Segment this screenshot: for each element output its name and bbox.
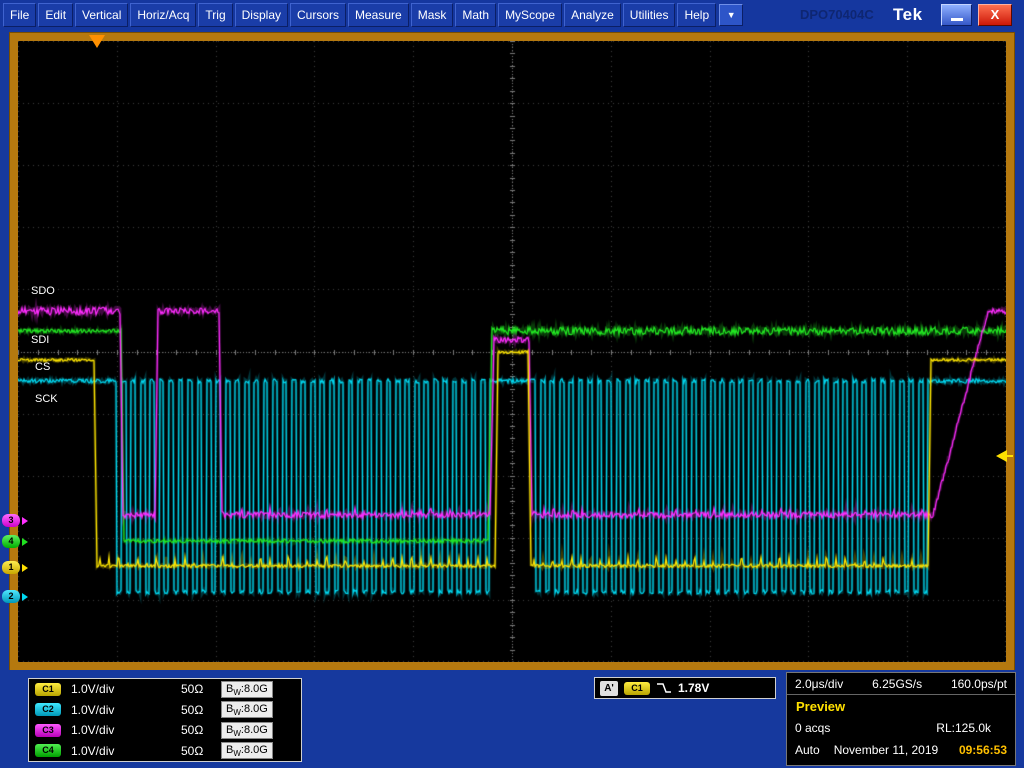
channel-1-badge[interactable]: C1 xyxy=(35,683,61,696)
time-display: 09:56:53 xyxy=(959,743,1007,757)
menu-item-math[interactable]: Math xyxy=(455,3,496,27)
channel-3-settings-row[interactable]: C3 1.0V/div 50Ω BW:8.0G xyxy=(29,720,301,741)
close-button[interactable]: X xyxy=(978,4,1012,26)
trigger-level-arrow[interactable] xyxy=(996,450,1007,462)
minimize-button[interactable] xyxy=(941,4,972,26)
channel-settings-box: C1 1.0V/div 50Ω BW:8.0G C2 1.0V/div 50Ω … xyxy=(28,678,302,762)
channel-1-scale: 1.0V/div xyxy=(71,682,181,696)
oscilloscope-screen: File Edit Vertical Horiz/Acq Trig Displa… xyxy=(0,0,1024,768)
sample-rate-value: 6.25GS/s xyxy=(872,677,922,691)
channel-4-scale: 1.0V/div xyxy=(71,744,181,758)
channel-3-reference-marker[interactable]: 3 xyxy=(2,514,20,527)
readout-bar: C1 1.0V/div 50Ω BW:8.0G C2 1.0V/div 50Ω … xyxy=(0,670,1024,768)
channel-3-bandwidth: BW:8.0G xyxy=(221,722,273,739)
channel-4-badge[interactable]: C4 xyxy=(35,744,61,757)
acqs-count: 0 acqs xyxy=(795,721,830,735)
trigger-position-marker[interactable] xyxy=(89,35,105,48)
resolution-value: 160.0ps/pt xyxy=(951,677,1007,691)
channel-2-scale: 1.0V/div xyxy=(71,703,181,717)
timebase-value: 2.0μs/div xyxy=(795,677,843,691)
channel-4-impedance: 50Ω xyxy=(181,744,221,758)
channel-4-settings-row[interactable]: C4 1.0V/div 50Ω BW:8.0G xyxy=(29,741,301,762)
menu-item-mask[interactable]: Mask xyxy=(411,3,454,27)
channel-1-bandwidth: BW:8.0G xyxy=(221,681,273,698)
falling-edge-icon xyxy=(656,681,672,695)
trace-label-sdi: SDI xyxy=(31,334,49,346)
channel-1-settings-row[interactable]: C1 1.0V/div 50Ω BW:8.0G xyxy=(29,679,301,700)
channel-3-scale: 1.0V/div xyxy=(71,723,181,737)
trace-label-cs: CS xyxy=(35,361,50,373)
channel-3-badge[interactable]: C3 xyxy=(35,724,61,737)
minimize-icon xyxy=(951,18,963,21)
date-display: November 11, 2019 xyxy=(834,743,939,757)
channel-1-impedance: 50Ω xyxy=(181,682,221,696)
trigger-readout-box[interactable]: A' C1 1.78V xyxy=(594,677,776,699)
waveform-display[interactable] xyxy=(18,41,1006,662)
menu-item-myscope[interactable]: MyScope xyxy=(498,3,562,27)
preview-status: Preview xyxy=(796,699,845,714)
trace-label-sdo: SDO xyxy=(31,285,55,297)
model-watermark: DPO70404C xyxy=(800,7,874,22)
menu-item-vertical[interactable]: Vertical xyxy=(75,3,128,27)
menu-item-utilities[interactable]: Utilities xyxy=(623,3,676,27)
tek-logo: Tek xyxy=(893,5,923,25)
status-row: Auto November 11, 2019 09:56:53 xyxy=(787,738,1015,762)
channel-4-reference-marker[interactable]: 4 xyxy=(2,535,20,548)
channel-2-reference-marker[interactable]: 2 xyxy=(2,590,20,603)
menu-item-horiz-acq[interactable]: Horiz/Acq xyxy=(130,3,196,27)
trigger-source-badge: C1 xyxy=(624,682,650,695)
horizontal-readout-row[interactable]: 2.0μs/div 6.25GS/s 160.0ps/pt xyxy=(787,673,1015,695)
menu-bar: File Edit Vertical Horiz/Acq Trig Displa… xyxy=(0,0,1024,30)
channel-3-impedance: 50Ω xyxy=(181,723,221,737)
record-length: RL:125.0k xyxy=(936,721,991,735)
channel-1-reference-marker[interactable]: 1 xyxy=(2,561,20,574)
channel-2-bandwidth: BW:8.0G xyxy=(221,701,273,718)
trace-label-sck: SCK xyxy=(35,393,58,405)
menu-item-display[interactable]: Display xyxy=(235,3,288,27)
acqs-row: 0 acqs RL:125.0k xyxy=(787,718,1015,738)
channel-2-impedance: 50Ω xyxy=(181,703,221,717)
menu-item-analyze[interactable]: Analyze xyxy=(564,3,621,27)
preview-indicator-icon xyxy=(994,698,999,714)
menu-item-edit[interactable]: Edit xyxy=(38,3,73,27)
trigger-level-value: 1.78V xyxy=(678,681,709,695)
acquisition-info-panel: 2.0μs/div 6.25GS/s 160.0ps/pt Preview 0 … xyxy=(786,672,1016,766)
menu-item-help[interactable]: Help xyxy=(677,3,716,27)
menu-item-trig[interactable]: Trig xyxy=(198,3,232,27)
menu-item-file[interactable]: File xyxy=(3,3,36,27)
channel-2-settings-row[interactable]: C2 1.0V/div 50Ω BW:8.0G xyxy=(29,700,301,721)
trigger-mode[interactable]: Auto xyxy=(795,743,820,757)
menu-item-cursors[interactable]: Cursors xyxy=(290,3,346,27)
channel-4-bandwidth: BW:8.0G xyxy=(221,742,273,759)
preview-row: Preview xyxy=(787,695,1015,718)
menu-dropdown-button[interactable]: ▼ xyxy=(719,4,743,26)
channel-2-badge[interactable]: C2 xyxy=(35,703,61,716)
trigger-a-badge: A' xyxy=(600,681,618,696)
menu-item-measure[interactable]: Measure xyxy=(348,3,409,27)
